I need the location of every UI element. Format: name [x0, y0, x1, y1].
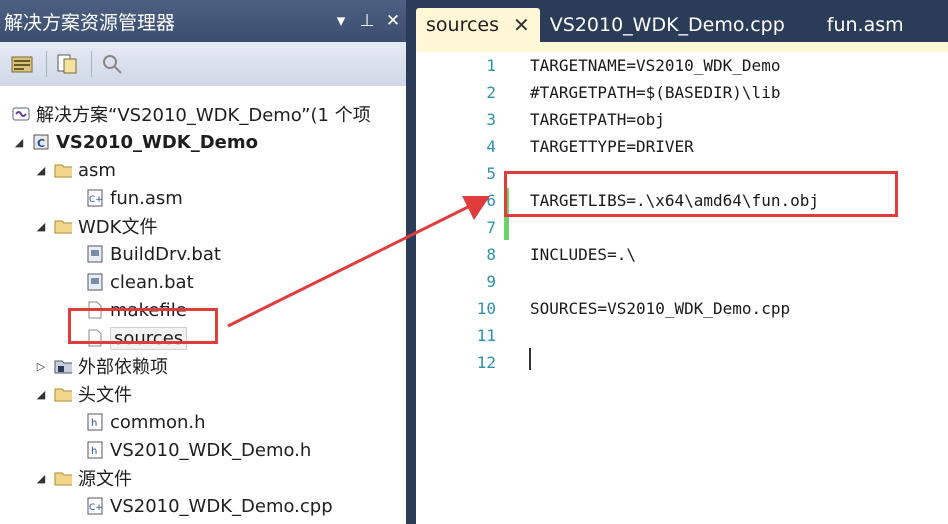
- tree-item-label: 外部依赖项: [78, 357, 168, 378]
- tree-item-folder-headers[interactable]: ◢ 头文件: [34, 380, 132, 408]
- tree-item-label: WDK文件: [78, 217, 158, 238]
- tree-item-label: VS2010_WDK_Demo.cpp: [110, 495, 333, 517]
- dropdown-icon[interactable]: ▾: [328, 11, 354, 31]
- tree-item-file[interactable]: h common.h: [86, 408, 206, 436]
- svg-text:C: C: [37, 137, 45, 150]
- code-line: TARGETPATH=obj: [530, 110, 665, 129]
- text-caret: [529, 348, 531, 370]
- line-number: 2: [486, 83, 496, 102]
- refresh-icon[interactable]: [98, 50, 126, 78]
- project-icon: C: [32, 133, 50, 151]
- solution-explorer-title: 解决方案资源管理器: [4, 11, 176, 34]
- highlight-box-targetlibs: [504, 171, 898, 217]
- dependencies-icon: [54, 357, 72, 375]
- solution-explorer-panel: 解决方案资源管理器 ▾ ⊥ ✕ 解决方案“VS2010_WDK_Demo”(1 …: [0, 0, 406, 524]
- toolbar-separator: [91, 51, 92, 77]
- header-file-icon: h: [86, 441, 104, 459]
- line-number: 8: [486, 245, 496, 264]
- line-number-gutter: 1 2 3 4 5 6 7 8 9 10 11 12: [416, 52, 498, 524]
- expand-toggle-icon[interactable]: ◢: [34, 472, 48, 485]
- close-icon[interactable]: ✕: [380, 11, 406, 31]
- tree-item-dependencies[interactable]: ▷ 外部依赖项: [34, 352, 168, 380]
- panel-splitter[interactable]: [406, 0, 416, 524]
- svg-text:C+: C+: [89, 503, 103, 513]
- solution-icon: [12, 105, 30, 123]
- tree-item-label: fun.asm: [110, 187, 183, 209]
- solution-explorer-title-bar: 解决方案资源管理器 ▾ ⊥ ✕: [0, 0, 406, 42]
- tree-item-file[interactable]: C+ fun.asm: [86, 184, 183, 212]
- folder-icon: [54, 385, 72, 403]
- svg-text:h: h: [91, 418, 97, 429]
- tree-item-label: 源文件: [78, 469, 132, 490]
- tab-sources[interactable]: sources ✕: [416, 8, 540, 42]
- code-editor: sources ✕ VS2010_WDK_Demo.cpp fun.asm 1 …: [416, 0, 948, 524]
- show-all-files-icon[interactable]: [53, 50, 81, 78]
- editor-tab-strip: [416, 42, 948, 52]
- expand-toggle-icon[interactable]: ◢: [34, 164, 48, 177]
- code-line: INCLUDES=.\: [530, 245, 636, 264]
- line-number: 12: [476, 353, 496, 372]
- line-number: 5: [486, 164, 496, 183]
- tree-item-file[interactable]: BuildDrv.bat: [86, 240, 221, 268]
- solution-explorer-toolbar: [0, 42, 406, 86]
- editor-tab-bar: sources ✕ VS2010_WDK_Demo.cpp fun.asm: [416, 0, 948, 42]
- code-line: TARGETTYPE=DRIVER: [530, 137, 694, 156]
- tab-asm[interactable]: fun.asm: [817, 8, 914, 42]
- expand-toggle-icon[interactable]: ◢: [34, 220, 48, 233]
- tree-item-label: 解决方案“VS2010_WDK_Demo”(1 个项: [36, 105, 371, 126]
- tree-item-file[interactable]: C+ VS2010_WDK_Demo.cpp: [86, 492, 333, 520]
- tree-item-label: common.h: [110, 411, 206, 433]
- tree-item-file[interactable]: h VS2010_WDK_Demo.h: [86, 436, 311, 464]
- tree-item-folder-wdk[interactable]: ◢ WDK文件: [34, 212, 158, 240]
- folder-icon: [54, 469, 72, 487]
- bat-file-icon: [86, 273, 104, 291]
- toolbar-separator: [46, 51, 47, 77]
- properties-icon[interactable]: [8, 50, 36, 78]
- line-number: 4: [486, 137, 496, 156]
- pin-icon[interactable]: ⊥: [354, 11, 380, 31]
- tree-item-label: asm: [78, 159, 116, 181]
- expand-toggle-icon[interactable]: ◢: [12, 136, 26, 149]
- code-line: TARGETNAME=VS2010_WDK_Demo: [530, 56, 781, 75]
- tab-cpp[interactable]: VS2010_WDK_Demo.cpp: [540, 8, 795, 42]
- close-tab-icon[interactable]: ✕: [513, 13, 530, 37]
- code-line: #TARGETPATH=$(BASEDIR)\lib: [530, 83, 781, 102]
- tree-item-label: BuildDrv.bat: [110, 243, 221, 265]
- line-number: 1: [486, 56, 496, 75]
- folder-icon: [54, 161, 72, 179]
- line-number: 6: [486, 191, 496, 210]
- cpp-file-icon: C+: [86, 189, 104, 207]
- tree-item-solution[interactable]: 解决方案“VS2010_WDK_Demo”(1 个项: [12, 100, 371, 128]
- line-number: 9: [486, 272, 496, 291]
- line-number: 11: [476, 326, 496, 345]
- cpp-file-icon: C+: [86, 497, 104, 515]
- svg-text:C+: C+: [89, 195, 103, 205]
- line-number: 7: [486, 218, 496, 237]
- tab-label: fun.asm: [826, 14, 904, 36]
- expand-toggle-icon[interactable]: ▷: [34, 360, 48, 373]
- tree-item-label: 头文件: [78, 385, 132, 406]
- expand-toggle-icon[interactable]: ◢: [34, 388, 48, 401]
- tab-label: sources: [426, 14, 499, 36]
- svg-text:h: h: [91, 446, 97, 457]
- tab-label: VS2010_WDK_Demo.cpp: [549, 14, 785, 36]
- tree-item-label: clean.bat: [110, 271, 194, 293]
- tree-item-folder-asm[interactable]: ◢ asm: [34, 156, 116, 184]
- line-number: 3: [486, 110, 496, 129]
- tree-item-project[interactable]: ◢ C VS2010_WDK_Demo: [12, 128, 258, 156]
- tree-item-folder-sources[interactable]: ◢ 源文件: [34, 464, 132, 492]
- line-number: 10: [476, 299, 496, 318]
- bat-file-icon: [86, 245, 104, 263]
- folder-icon: [54, 217, 72, 235]
- code-area[interactable]: 1 2 3 4 5 6 7 8 9 10 11 12 TARGETNAME=VS…: [416, 52, 948, 524]
- code-line: SOURCES=VS2010_WDK_Demo.cpp: [530, 299, 791, 318]
- header-file-icon: h: [86, 413, 104, 431]
- highlight-box-sources: [68, 308, 218, 344]
- tree-item-label: VS2010_WDK_Demo.h: [110, 439, 312, 461]
- tree-item-label: VS2010_WDK_Demo: [56, 131, 259, 153]
- tree-item-file[interactable]: clean.bat: [86, 268, 194, 296]
